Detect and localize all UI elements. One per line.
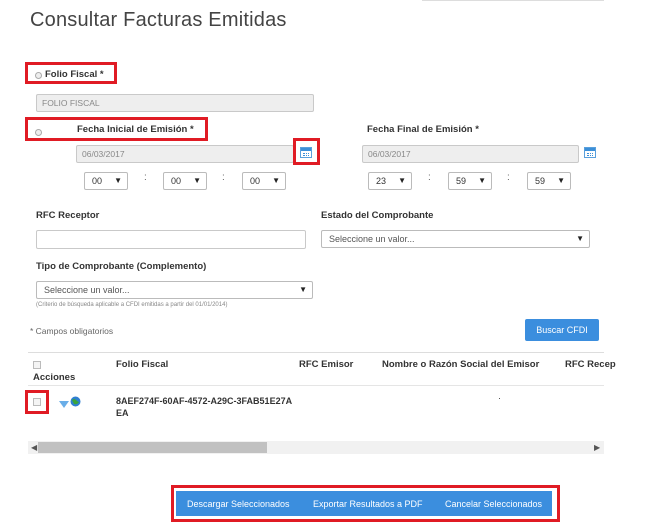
required-note: * Campos obligatorios bbox=[30, 326, 114, 336]
rfc-receptor-input[interactable] bbox=[36, 230, 306, 249]
chevron-down-icon: ▼ bbox=[114, 176, 122, 185]
col-rfc-receptor: RFC Recep bbox=[565, 359, 616, 370]
row-folio-line2: EA bbox=[116, 408, 129, 418]
calendar-icon[interactable] bbox=[300, 147, 312, 158]
time-separator: : bbox=[428, 172, 431, 183]
download-selected-button[interactable]: Descargar Seleccionados bbox=[187, 499, 290, 509]
time-separator: : bbox=[222, 172, 225, 183]
chevron-down-icon: ▼ bbox=[478, 176, 486, 185]
globe-icon[interactable] bbox=[70, 394, 81, 412]
col-nombre: Nombre o Razón Social del Emisor bbox=[382, 359, 540, 370]
export-pdf-button[interactable]: Exportar Resultados a PDF bbox=[313, 499, 423, 509]
estado-select[interactable]: Seleccione un valor... ▼ bbox=[321, 230, 590, 248]
fecha-inicial-label: Fecha Inicial de Emisión * bbox=[77, 124, 194, 135]
tipo-select[interactable]: Seleccione un valor... ▼ bbox=[36, 281, 313, 299]
tipo-label: Tipo de Comprobante (Complemento) bbox=[36, 261, 207, 272]
segundo-final-select[interactable]: 59 ▼ bbox=[527, 172, 571, 190]
page-title: Consultar Facturas Emitidas bbox=[30, 9, 287, 31]
top-divider bbox=[422, 0, 604, 1]
fecha-final-input[interactable]: 06/03/2017 bbox=[362, 145, 579, 163]
calendar-icon[interactable] bbox=[584, 147, 596, 158]
arrow-left-icon[interactable]: ◀ bbox=[31, 443, 37, 452]
hora-final-select[interactable]: 23 ▼ bbox=[368, 172, 412, 190]
fecha-radio-icon[interactable] bbox=[35, 129, 42, 136]
select-all-checkbox[interactable] bbox=[33, 361, 41, 369]
minuto-inicial-select[interactable]: 00 ▼ bbox=[163, 172, 207, 190]
row-dot bbox=[499, 398, 500, 399]
fecha-final-label: Fecha Final de Emisión * bbox=[367, 124, 479, 135]
folio-radio-icon[interactable] bbox=[35, 72, 42, 79]
col-rfc-emisor: RFC Emisor bbox=[299, 359, 354, 370]
col-folio: Folio Fiscal bbox=[116, 359, 169, 370]
chevron-down-icon: ▼ bbox=[193, 176, 201, 185]
rfc-receptor-label: RFC Receptor bbox=[36, 210, 100, 221]
folio-label: Folio Fiscal * bbox=[45, 69, 104, 80]
tipo-note: (Criterio de búsqueda aplicable a CFDI e… bbox=[36, 302, 228, 308]
arrow-right-icon[interactable]: ▶ bbox=[594, 443, 600, 452]
minuto-final-select[interactable]: 59 ▼ bbox=[448, 172, 492, 190]
time-separator: : bbox=[507, 172, 510, 183]
search-button[interactable]: Buscar CFDI bbox=[525, 319, 599, 341]
col-acciones: Acciones bbox=[33, 372, 76, 383]
row-folio-line1: 8AEF274F-60AF-4572-A29C-3FAB51E27A bbox=[116, 396, 293, 406]
folio-input[interactable]: FOLIO FISCAL bbox=[36, 94, 314, 112]
segundo-inicial-select[interactable]: 00 ▼ bbox=[242, 172, 286, 190]
hora-inicial-select[interactable]: 00 ▼ bbox=[84, 172, 128, 190]
cancel-selected-button[interactable]: Cancelar Seleccionados bbox=[445, 499, 542, 509]
scrollbar-thumb[interactable] bbox=[38, 442, 267, 453]
time-separator: : bbox=[144, 172, 147, 183]
fecha-inicial-input[interactable]: 06/03/2017 bbox=[76, 145, 294, 163]
chevron-down-icon: ▼ bbox=[398, 176, 406, 185]
estado-label: Estado del Comprobante bbox=[321, 210, 434, 221]
table-header-border bbox=[28, 385, 604, 386]
row-checkbox[interactable] bbox=[33, 398, 41, 406]
chevron-down-icon: ▼ bbox=[557, 176, 565, 185]
table-top-border bbox=[28, 352, 604, 353]
download-icon[interactable] bbox=[59, 396, 69, 414]
chevron-down-icon: ▼ bbox=[272, 176, 280, 185]
chevron-down-icon: ▼ bbox=[299, 285, 307, 294]
chevron-down-icon: ▼ bbox=[576, 234, 584, 243]
